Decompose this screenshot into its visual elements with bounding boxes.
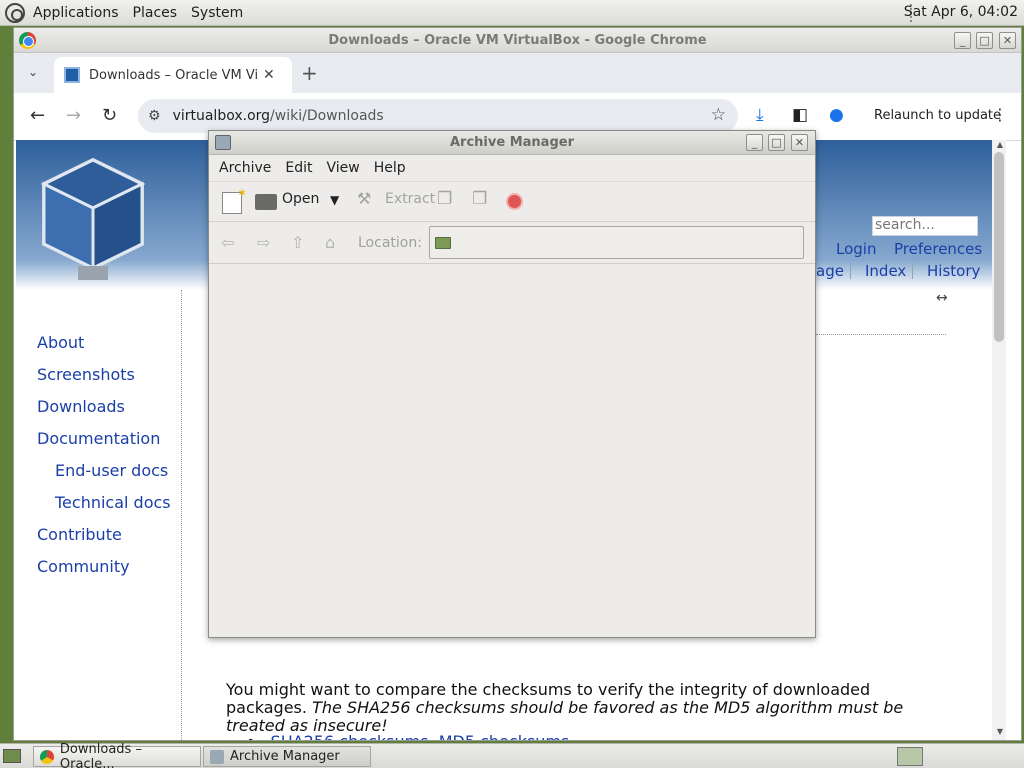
- sidebar-item-downloads[interactable]: Downloads: [37, 397, 125, 416]
- menu-system[interactable]: System: [191, 5, 243, 21]
- forward-arrow-icon[interactable]: →: [66, 105, 81, 126]
- tab-title: Downloads – Oracle VM Virtu: [89, 67, 257, 83]
- taskbar: Downloads – Oracle... Archive Manager: [0, 742, 1024, 768]
- location-field[interactable]: [429, 226, 804, 259]
- minimize-icon[interactable]: _: [746, 134, 763, 151]
- add-folder-icon: ❐: [472, 189, 488, 209]
- workspace-switcher[interactable]: [897, 747, 923, 766]
- link-separator: [850, 263, 851, 279]
- tab-close-icon[interactable]: ✕: [263, 67, 275, 83]
- tab-strip: ⌄ Downloads – Oracle VM Virtu ✕ +: [14, 53, 1021, 93]
- back-arrow-icon[interactable]: ←: [30, 105, 45, 126]
- wiki-search-input[interactable]: search...: [872, 216, 978, 236]
- menu-view[interactable]: View: [327, 160, 360, 176]
- folder-icon: [435, 237, 451, 249]
- scroll-down-icon[interactable]: ▼: [997, 727, 1003, 736]
- side-panel-icon[interactable]: ◧: [792, 105, 808, 125]
- back-icon: ⇦: [221, 233, 235, 252]
- open-button[interactable]: Open: [282, 191, 319, 207]
- resize-arrow-icon[interactable]: ↔: [936, 290, 948, 306]
- add-files-icon: ❐: [437, 189, 453, 209]
- virtualbox-favicon-icon: [64, 67, 80, 83]
- wiki-page-link[interactable]: age: [816, 262, 844, 280]
- site-info-icon[interactable]: ⚙: [148, 108, 161, 124]
- extract-icon: ⚒: [357, 189, 372, 208]
- location-label: Location:: [358, 235, 422, 251]
- menu-archive[interactable]: Archive: [219, 160, 271, 176]
- archive-window-title: Archive Manager: [450, 135, 574, 150]
- scroll-up-icon[interactable]: ▲: [997, 140, 1003, 149]
- clock[interactable]: Sat Apr 6, 04:02: [904, 4, 1018, 20]
- menu-places[interactable]: Places: [133, 5, 178, 21]
- virtualbox-logo-icon[interactable]: [38, 156, 148, 284]
- menu-edit[interactable]: Edit: [285, 160, 312, 176]
- show-desktop-icon[interactable]: [3, 749, 21, 763]
- archive-titlebar[interactable]: Archive Manager _ □ ✕: [209, 131, 815, 155]
- archive-toolbar: Open ▼ ⚒ Extract ❐ ❐: [209, 182, 815, 222]
- open-dropdown-icon[interactable]: ▼: [330, 193, 339, 207]
- archive-menubar: Archive Edit View Help: [209, 155, 815, 182]
- taskbar-item-chrome[interactable]: Downloads – Oracle...: [33, 742, 201, 768]
- index-link[interactable]: Index: [865, 262, 906, 280]
- chrome-window-title: Downloads – Oracle VM VirtualBox - Googl…: [328, 32, 707, 48]
- sidebar-item-contribute[interactable]: Contribute: [37, 525, 122, 544]
- divider: [816, 334, 946, 335]
- sidebar-item-end-user-docs[interactable]: End-user docs: [55, 461, 168, 480]
- scroll-thumb[interactable]: [994, 152, 1004, 342]
- profile-icon[interactable]: ●: [829, 105, 844, 125]
- sha256-checksums-link[interactable]: SHA256 checksums,: [271, 732, 434, 740]
- stop-icon[interactable]: [506, 193, 523, 210]
- page-scrollbar[interactable]: ▲ ▼: [992, 140, 1006, 740]
- new-archive-icon[interactable]: [222, 186, 247, 214]
- bookmark-star-icon[interactable]: ☆: [711, 105, 726, 125]
- reload-icon[interactable]: ↻: [102, 105, 117, 126]
- chrome-icon: [19, 32, 36, 49]
- address-bar[interactable]: ⚙ virtualbox.org/wiki/Downloads ☆: [138, 99, 738, 133]
- top-panel: Applications Places System Sat Apr 6, 04…: [0, 0, 1024, 26]
- relaunch-to-update-button[interactable]: Relaunch to update: [874, 108, 1001, 123]
- tab-downloads[interactable]: Downloads – Oracle VM Virtu ✕: [54, 57, 292, 93]
- sidebar-item-about[interactable]: About: [37, 333, 84, 352]
- taskbar-item-archive-manager[interactable]: Archive Manager: [203, 746, 371, 767]
- archive-manager-window: Archive Manager _ □ ✕ Archive Edit View …: [208, 130, 816, 638]
- sidebar-divider: [181, 290, 182, 740]
- up-icon: ⇧: [291, 233, 305, 252]
- menu-applications[interactable]: Applications: [33, 5, 119, 21]
- preferences-link[interactable]: Preferences: [894, 240, 982, 258]
- extract-button: Extract: [385, 191, 436, 207]
- link-separator: [912, 263, 913, 279]
- maximize-icon[interactable]: □: [768, 134, 785, 151]
- maximize-icon[interactable]: □: [976, 32, 993, 49]
- close-icon[interactable]: ✕: [791, 134, 808, 151]
- more-menu-icon[interactable]: ⋮: [992, 105, 1008, 124]
- open-folder-icon[interactable]: [255, 194, 277, 210]
- archive-manager-icon: [210, 749, 224, 764]
- tab-search-chevron-icon[interactable]: ⌄: [28, 65, 38, 79]
- sidebar-item-technical-docs[interactable]: Technical docs: [55, 493, 171, 512]
- checksum-paragraph: You might want to compare the checksums …: [226, 681, 926, 735]
- minimize-icon[interactable]: _: [954, 32, 971, 49]
- sidebar-item-community[interactable]: Community: [37, 557, 130, 576]
- login-link[interactable]: Login: [836, 240, 876, 258]
- forward-icon: ⇨: [257, 233, 271, 252]
- checksum-list-item: SHA256 checksums, MD5 checksums: [246, 732, 570, 740]
- archive-file-list[interactable]: [209, 265, 815, 637]
- url-text[interactable]: virtualbox.org/wiki/Downloads: [173, 108, 384, 124]
- home-icon: ⌂: [325, 233, 336, 252]
- md5-checksums-link[interactable]: MD5 checksums: [439, 732, 570, 740]
- sidebar-item-documentation[interactable]: Documentation: [37, 429, 160, 448]
- archive-manager-icon: [215, 135, 231, 150]
- archive-location-bar: ⇦ ⇨ ⇧ ⌂ Location:: [209, 222, 815, 264]
- distro-logo-icon[interactable]: [5, 2, 25, 23]
- chrome-icon: [40, 749, 54, 764]
- download-icon[interactable]: ⤓: [756, 105, 764, 125]
- chrome-titlebar[interactable]: Downloads – Oracle VM VirtualBox - Googl…: [14, 28, 1021, 53]
- new-tab-plus-icon[interactable]: +: [301, 61, 318, 85]
- menu-help[interactable]: Help: [374, 160, 406, 176]
- history-link[interactable]: History: [927, 262, 980, 280]
- sidebar-item-screenshots[interactable]: Screenshots: [37, 365, 135, 384]
- checksum-warning: The SHA256 checksums should be favored a…: [226, 698, 904, 735]
- close-icon[interactable]: ✕: [999, 32, 1016, 49]
